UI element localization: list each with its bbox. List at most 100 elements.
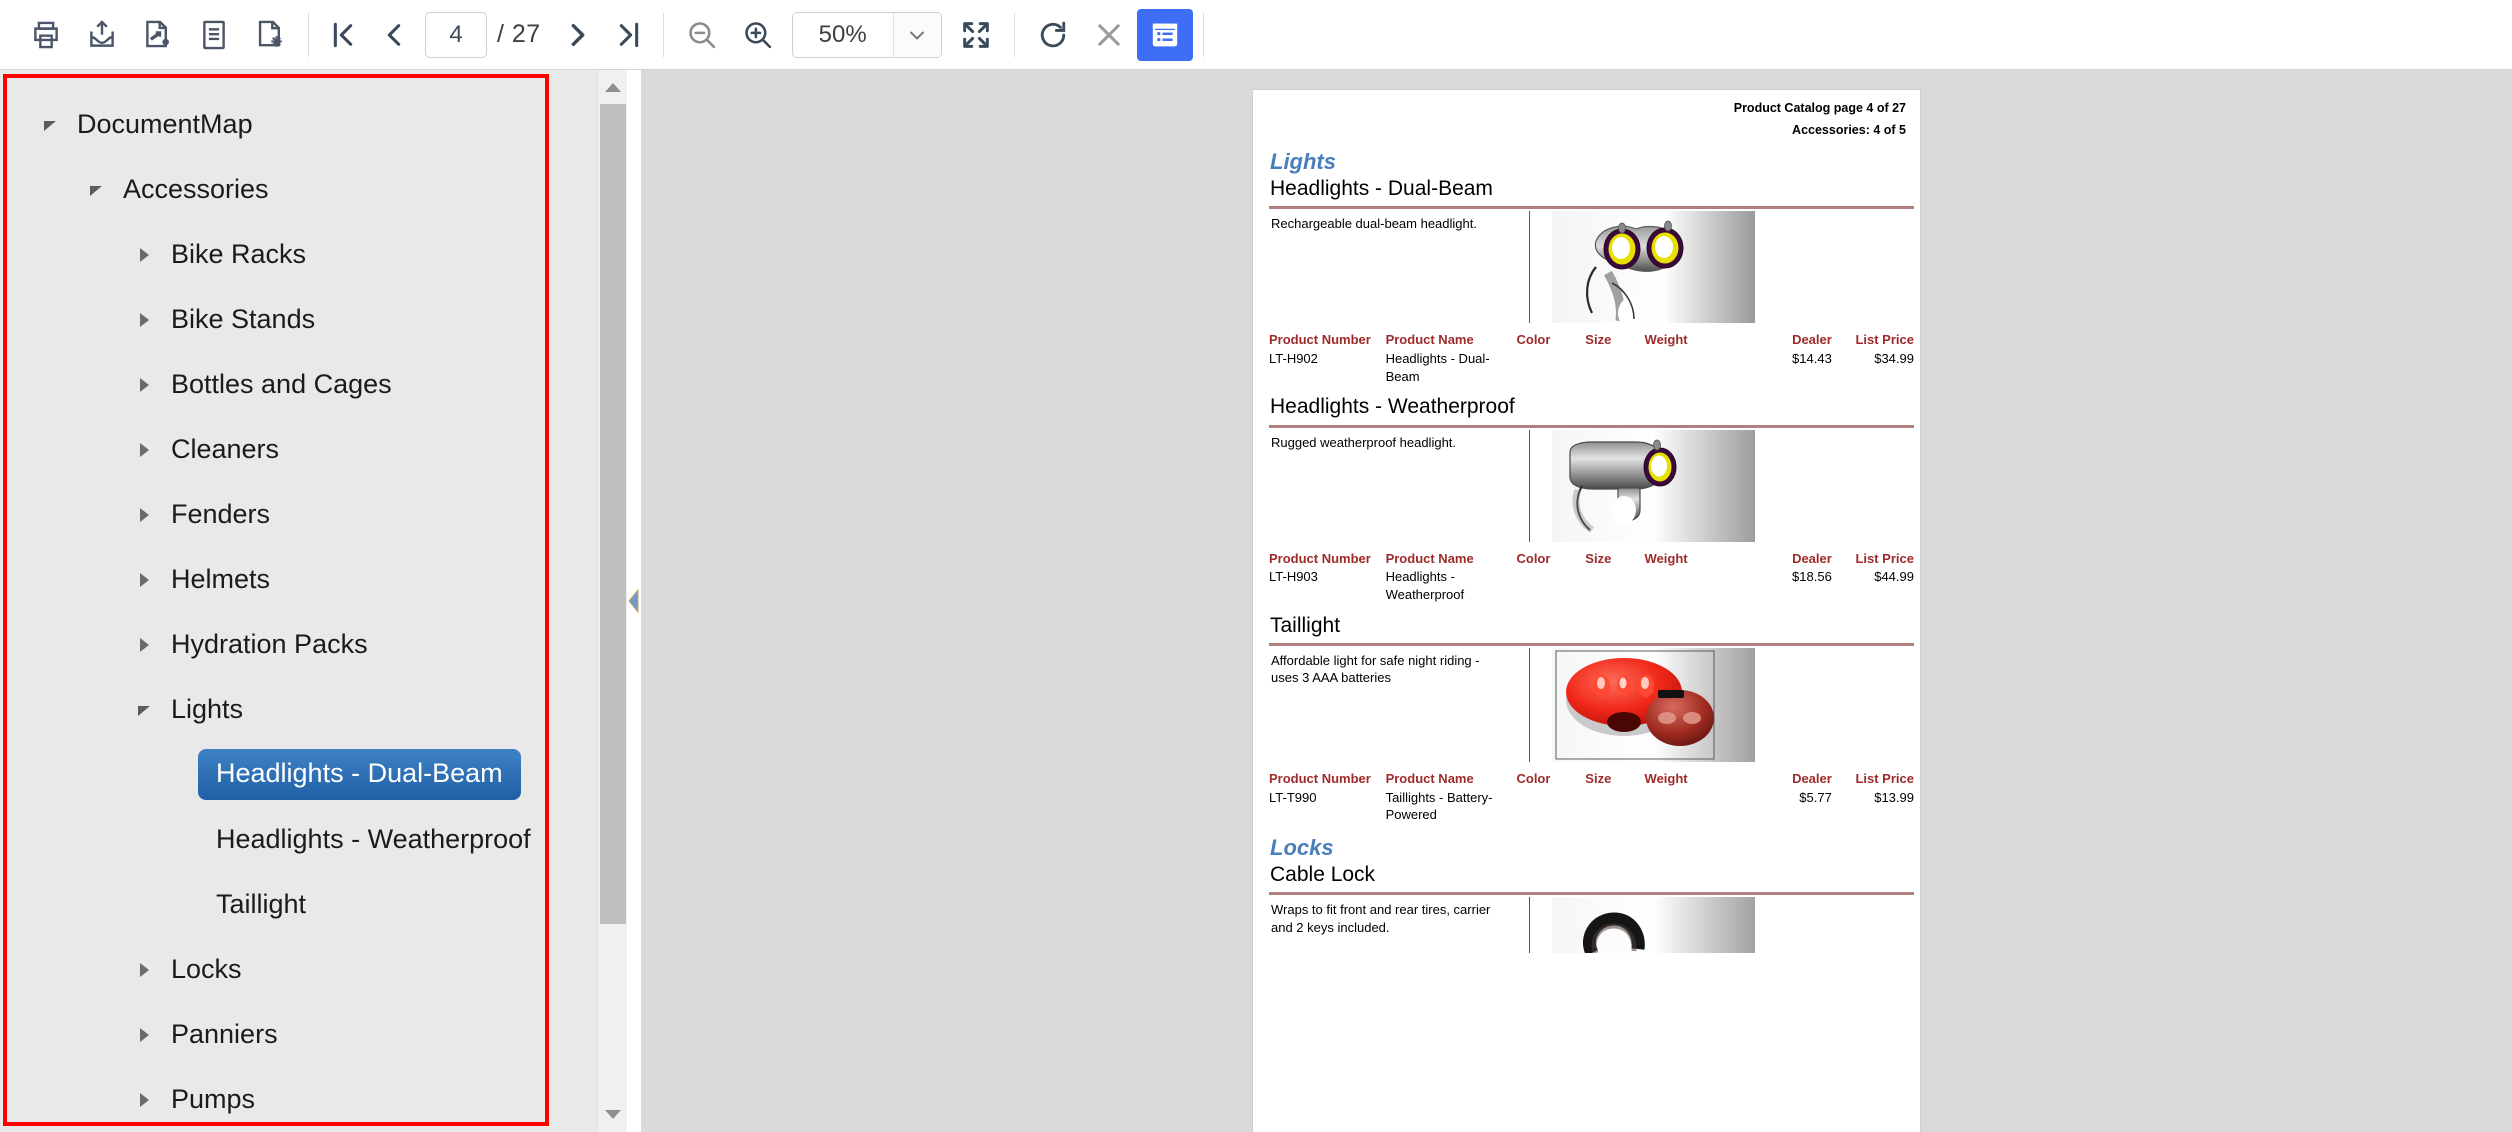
collapsed-twisty-icon[interactable] [127, 506, 161, 524]
tree-item-locks[interactable]: Locks [7, 937, 545, 1002]
tree-item-label: Bottles and Cages [161, 369, 392, 400]
th-product-name: Product Name [1386, 772, 1517, 787]
tree-item-label: Accessories [113, 174, 269, 205]
zoom-out-button[interactable] [674, 9, 730, 61]
tree-item-label: Pumps [161, 1084, 255, 1115]
column-divider [1529, 897, 1530, 953]
tree-item-hydration-packs[interactable]: Hydration Packs [7, 612, 545, 677]
panel-splitter[interactable] [627, 70, 641, 1132]
tree-item-label: Locks [161, 954, 242, 985]
tree-item-pumps[interactable]: Pumps [7, 1067, 545, 1126]
tree-item-taillight[interactable]: Taillight [7, 872, 545, 937]
product-description-1: Rechargeable dual-beam headlight. [1271, 215, 1501, 233]
toolbar-divider-4 [1203, 13, 1204, 57]
scroll-up-arrow[interactable] [598, 72, 628, 102]
th-dealer: Dealer [1757, 772, 1832, 787]
tree-item-cleaners[interactable]: Cleaners [7, 417, 545, 482]
tree-item-documentmap[interactable]: DocumentMap [7, 92, 545, 157]
caret-down-icon [603, 1108, 623, 1122]
refresh-button[interactable] [1025, 9, 1081, 61]
tree-item-panniers[interactable]: Panniers [7, 1002, 545, 1067]
zoom-level-value: 50% [793, 21, 893, 49]
cell-size [1585, 568, 1644, 603]
chevron-left-icon [378, 19, 410, 51]
zoom-level-select[interactable]: 50% [792, 12, 942, 58]
collapsed-twisty-icon[interactable] [127, 1026, 161, 1044]
tree-item-lights[interactable]: Lights [7, 677, 545, 742]
page-header-catalog: Product Catalog page 4 of 27 [1267, 102, 1906, 115]
cell-size [1585, 789, 1644, 824]
sidebar-scrollbar[interactable] [597, 70, 627, 1132]
send-document-button[interactable] [130, 9, 186, 61]
th-product-name: Product Name [1386, 552, 1517, 567]
tree-item-bike-stands[interactable]: Bike Stands [7, 287, 545, 352]
collapse-panel-arrow-icon[interactable] [627, 588, 641, 614]
toolbar-divider-3 [1014, 13, 1015, 57]
th-size: Size [1585, 333, 1644, 348]
cancel-button[interactable] [1081, 9, 1137, 61]
cell-color [1516, 350, 1585, 385]
th-list-price: List Price [1832, 772, 1914, 787]
collapsed-twisty-icon[interactable] [127, 246, 161, 264]
document-viewport[interactable]: Product Catalog page 4 of 27 Accessories… [641, 70, 2512, 1132]
cable-lock-image [1552, 897, 1755, 953]
expanded-twisty-icon[interactable] [79, 181, 113, 199]
taillight-image [1552, 648, 1755, 762]
total-pages-label: / 27 [497, 20, 541, 49]
collapsed-twisty-icon[interactable] [127, 376, 161, 394]
document-map-tree[interactable]: DocumentMap Accessories Bike RacksBike Sta… [7, 78, 545, 1126]
document-properties-button[interactable] [186, 9, 242, 61]
weatherproof-headlight-image [1552, 430, 1755, 542]
product-title-1: Headlights - Dual-Beam [1270, 177, 1906, 201]
tree-item-headlights-dual-beam[interactable]: Headlights - Dual-Beam [7, 742, 545, 807]
print-button[interactable] [18, 9, 74, 61]
tree-item-helmets[interactable]: Helmets [7, 547, 545, 612]
workspace: DocumentMap Accessories Bike RacksBike Sta… [0, 70, 2512, 1132]
next-page-button[interactable] [553, 9, 603, 61]
chevron-down-icon[interactable] [893, 13, 941, 57]
cell-color [1516, 789, 1585, 824]
collapsed-twisty-icon[interactable] [127, 311, 161, 329]
cell-list-price: $13.99 [1832, 789, 1914, 824]
tree-item-label: Hydration Packs [161, 629, 368, 660]
th-list-price: List Price [1832, 333, 1914, 348]
tree-item-bike-racks[interactable]: Bike Racks [7, 222, 545, 287]
cell-size [1585, 350, 1644, 385]
tree-item-label: Headlights - Weatherproof [206, 824, 531, 855]
product-block-1: Rechargeable dual-beam headlight. [1267, 209, 1906, 329]
toggle-document-map-button[interactable] [1137, 9, 1193, 61]
collapsed-twisty-icon[interactable] [127, 1091, 161, 1109]
last-page-button[interactable] [603, 9, 653, 61]
document-settings-button[interactable] [242, 9, 298, 61]
th-size: Size [1585, 552, 1644, 567]
caret-up-icon [603, 80, 623, 94]
tree-item-label: Taillight [206, 889, 306, 920]
tree-item-headlights-weatherproof[interactable]: Headlights - Weatherproof [7, 807, 545, 872]
scrollbar-thumb[interactable] [600, 104, 626, 924]
product-description-3: Affordable light for safe night riding -… [1271, 652, 1501, 687]
tree-item-fenders[interactable]: Fenders [7, 482, 545, 547]
collapsed-twisty-icon[interactable] [127, 571, 161, 589]
zoom-out-icon [685, 18, 719, 52]
zoom-in-button[interactable] [730, 9, 786, 61]
fit-page-button[interactable] [948, 9, 1004, 61]
collapsed-twisty-icon[interactable] [127, 441, 161, 459]
product-table-3: Product Number Product Name Color Size W… [1269, 772, 1914, 824]
last-page-icon [612, 19, 644, 51]
page-number-input[interactable] [425, 12, 487, 58]
collapsed-twisty-icon[interactable] [127, 636, 161, 654]
collapsed-twisty-icon[interactable] [127, 961, 161, 979]
page-navigation-group: / 27 [319, 0, 653, 70]
cell-product-name: Headlights - Weatherproof [1386, 568, 1517, 603]
chevron-right-icon [562, 19, 594, 51]
tree-item-accessories[interactable]: Accessories [7, 157, 545, 222]
previous-page-button[interactable] [369, 9, 419, 61]
product-table-2: Product Number Product Name Color Size W… [1269, 552, 1914, 604]
scroll-down-arrow[interactable] [598, 1100, 628, 1130]
expanded-twisty-icon[interactable] [127, 701, 161, 719]
tree-item-bottles-and-cages[interactable]: Bottles and Cages [7, 352, 545, 417]
fit-page-icon [959, 18, 993, 52]
first-page-button[interactable] [319, 9, 369, 61]
export-button[interactable] [74, 9, 130, 61]
expanded-twisty-icon[interactable] [33, 116, 67, 134]
